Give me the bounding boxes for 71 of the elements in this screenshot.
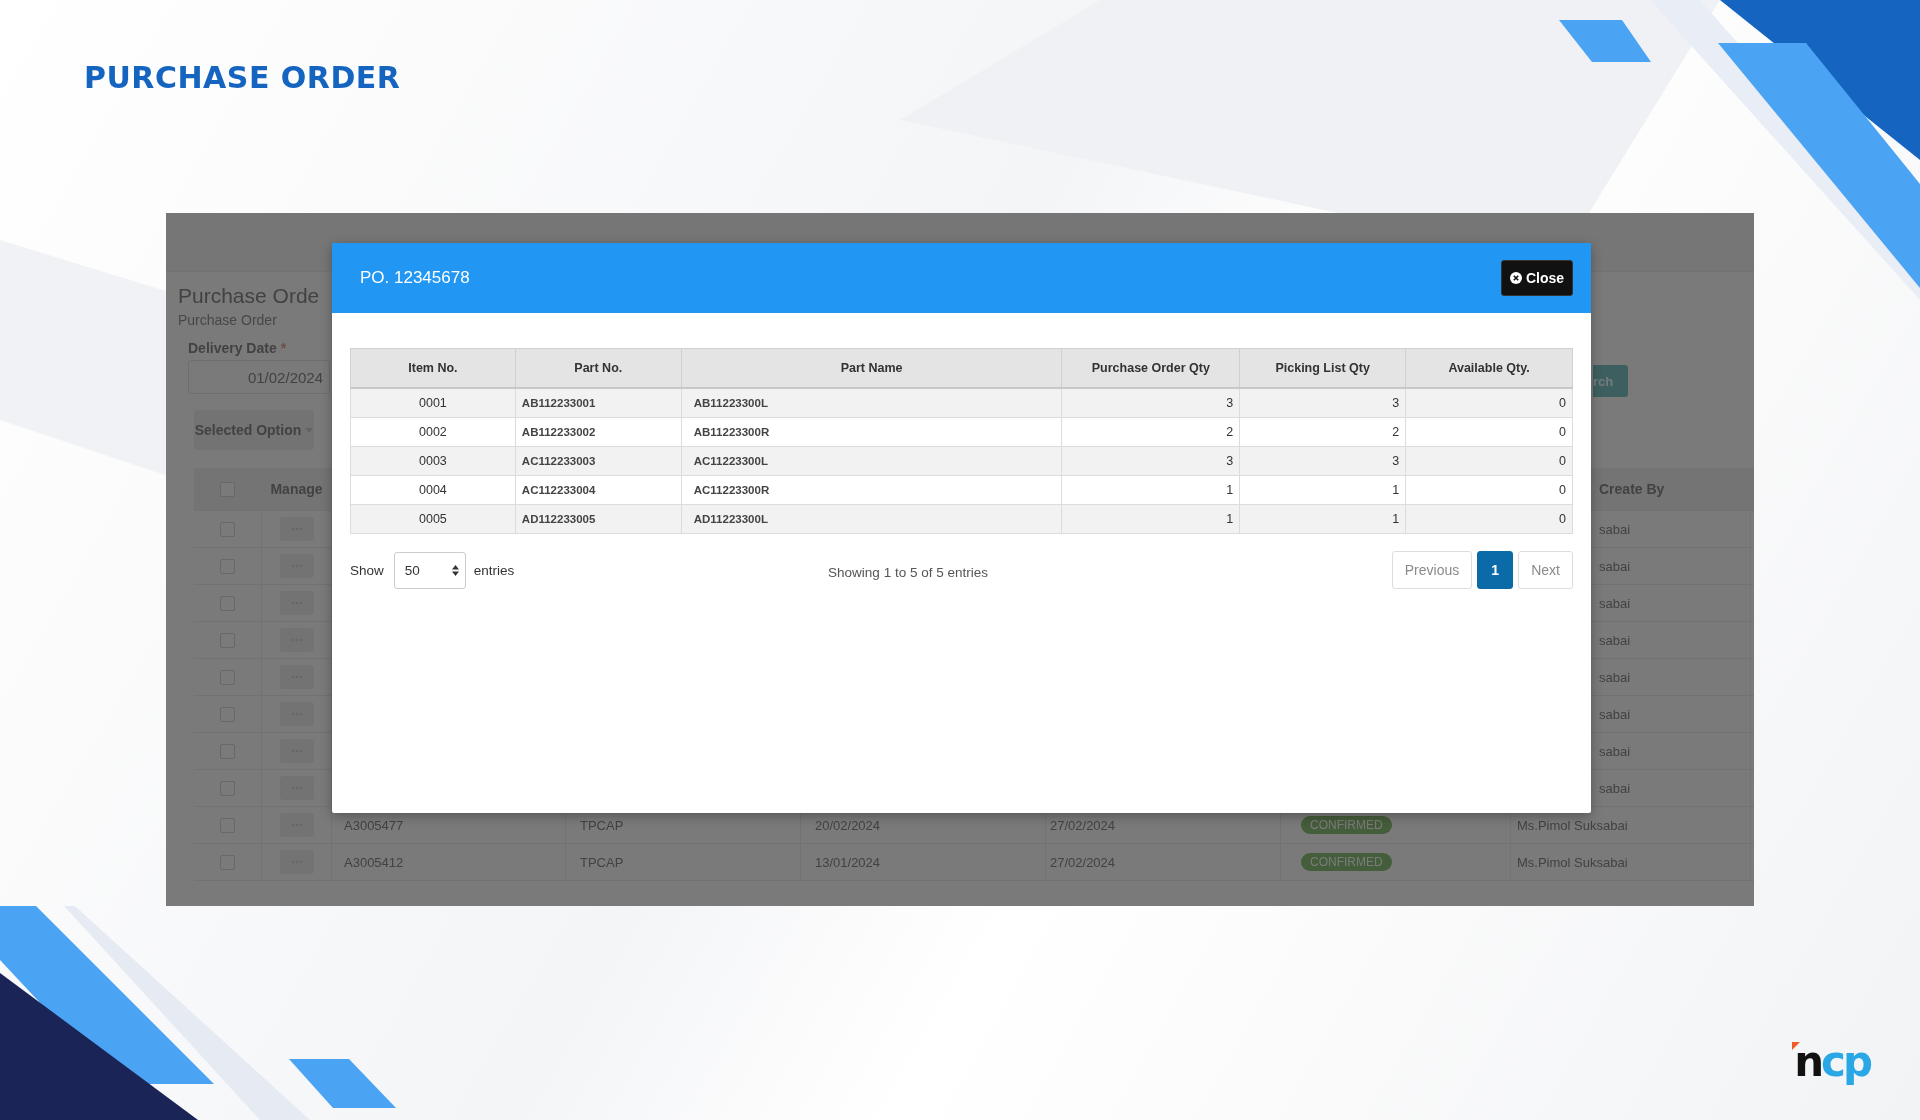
- date-field[interactable]: 01/02/2024: [188, 360, 330, 394]
- table-cell: A3005477: [344, 817, 404, 833]
- column-header: Item No.: [350, 348, 516, 388]
- table-cell: 2: [1239, 417, 1406, 447]
- table-cell: 0: [1405, 504, 1573, 534]
- table-cell: sabai: [1599, 595, 1631, 611]
- close-button[interactable]: Close: [1500, 260, 1573, 296]
- field-label: Delivery Date *: [188, 340, 288, 356]
- table-cell: sabai: [1599, 780, 1631, 796]
- close-icon: [1509, 272, 1522, 284]
- table-cell: A3005412: [344, 854, 404, 870]
- logo: ncp: [1794, 1040, 1870, 1084]
- table-cell: 3: [1061, 446, 1240, 476]
- table-cell: AB11223300R: [681, 417, 1062, 447]
- table-cell: sabai: [1599, 669, 1631, 685]
- table-cell: 0: [1405, 388, 1573, 418]
- logo-mark-icon: [1792, 1042, 1801, 1050]
- table-cell: 0: [1405, 475, 1573, 505]
- table-cell: 0005: [350, 504, 516, 534]
- table-cell: AD11223300L: [681, 504, 1062, 534]
- table-cell: 13/01/2024: [815, 854, 881, 870]
- page-title: Purchase Orde: [178, 284, 321, 308]
- column-header: Part Name: [681, 348, 1062, 388]
- page-button[interactable]: 1: [1477, 551, 1514, 589]
- table-cell: AC11223300R: [681, 475, 1062, 505]
- sort-arrows-icon: [451, 564, 459, 576]
- table-cell: 3: [1239, 446, 1406, 476]
- table-cell: TPCAP: [580, 817, 624, 833]
- page-length-select[interactable]: 50: [393, 551, 466, 589]
- table-cell: Ms.Pimol Suksabai: [1517, 817, 1628, 833]
- slide-title: PURCHASE ORDER: [84, 59, 401, 97]
- table-cell: 0003: [350, 446, 516, 476]
- table-cell: 20/02/2024: [815, 817, 881, 833]
- status-badge: CONFIRMED: [1301, 816, 1392, 834]
- table-info: Showing 1 to 5 of 5 entries: [827, 564, 989, 580]
- table-cell: AB112233001: [515, 388, 682, 418]
- modal-title: PO. 12345678: [360, 268, 470, 288]
- show-label: Show: [350, 562, 384, 578]
- table-cell: 1: [1061, 504, 1240, 534]
- status-badge: CONFIRMED: [1301, 853, 1392, 871]
- table-cell: sabai: [1599, 521, 1631, 537]
- table-cell: 0004: [350, 475, 516, 505]
- table-cell: 2: [1061, 417, 1240, 447]
- table-cell: sabai: [1599, 743, 1631, 759]
- table-cell: sabai: [1599, 706, 1631, 722]
- column-header: Part No.: [515, 348, 682, 388]
- table-cell: TPCAP: [580, 854, 624, 870]
- table-cell: Ms.Pimol Suksabai: [1517, 854, 1628, 870]
- table-cell: 3: [1239, 388, 1406, 418]
- table-cell: 0001: [350, 388, 516, 418]
- table-cell: 27/02/2024: [1050, 854, 1116, 870]
- column-header: Available Qty.: [1405, 348, 1573, 388]
- table-cell: AB11223300L: [681, 388, 1062, 418]
- table-cell: AC11223300L: [681, 446, 1062, 476]
- table-cell: 1: [1239, 504, 1406, 534]
- table-cell: 1: [1239, 475, 1406, 505]
- table-cell: 0002: [350, 417, 516, 447]
- table-cell: AC112233004: [515, 475, 682, 505]
- table-cell: sabai: [1599, 558, 1631, 574]
- column-header: Purchase Order Qty: [1061, 348, 1240, 388]
- entries-label: entries: [473, 562, 515, 578]
- column-header: Picking List Qty: [1239, 348, 1406, 388]
- table-cell: AB112233002: [515, 417, 682, 447]
- table-cell: AC112233003: [515, 446, 682, 476]
- table-cell: sabai: [1599, 632, 1631, 648]
- table-cell: 0: [1405, 417, 1573, 447]
- table-cell: 3: [1061, 388, 1240, 418]
- table-cell: 27/02/2024: [1050, 817, 1116, 833]
- table-cell: 1: [1061, 475, 1240, 505]
- table-cell: 0: [1405, 446, 1573, 476]
- table-cell: AD112233005: [515, 504, 682, 534]
